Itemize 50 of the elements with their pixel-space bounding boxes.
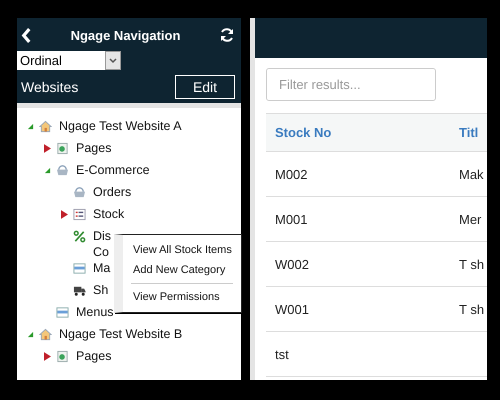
truck-icon [73,284,86,297]
page-icon [56,350,69,363]
tree-item[interactable]: Sh [93,282,108,298]
column-header[interactable]: Stock No [266,125,450,140]
table-cell-text: Mer [458,212,482,226]
collapsed-icon[interactable] [44,350,50,362]
tree-item[interactable]: Stock [93,206,124,222]
tree-item[interactable]: Ma [93,260,110,276]
back-icon[interactable] [21,28,32,42]
percent-icon [73,230,86,243]
house-icon [39,120,52,133]
expanded-icon[interactable] [26,330,34,338]
tree-item[interactable]: Orders [93,184,132,200]
edit-button[interactable]: Edit [175,75,235,99]
table-cell-text: M002 [274,166,309,182]
basket-icon [56,164,69,177]
dropdown-icon[interactable] [105,51,121,70]
collapsed-icon[interactable] [60,208,68,220]
expanded-icon[interactable] [44,166,50,174]
expanded-icon[interactable] [26,122,34,130]
tree-item[interactable]: Dis Co [93,228,112,260]
table-cell-text: Mak [458,166,485,182]
table-cell-text: W002 [274,256,310,272]
table-cell-text: T sh [458,256,486,272]
tree-item[interactable]: Ngage Test Website A [59,118,182,134]
page-icon [56,142,69,155]
menu-item[interactable]: View All Stock Items [123,240,241,260]
table-cell-text: W001 [274,302,310,316]
panel-title: Ngage Navigation [70,28,182,42]
filter-field[interactable]: Filter results... [266,68,436,101]
collapsed-icon[interactable] [44,142,50,154]
menu-bar-icon [73,262,86,275]
list-icon [73,208,86,221]
refresh-icon[interactable] [219,27,235,43]
menu-item[interactable]: Add New Category [123,260,241,280]
tree-item[interactable]: Menus [76,304,114,320]
table-cell-text: M001 [274,212,309,226]
basket-icon [73,186,86,199]
menu-item[interactable]: View Permissions [123,287,241,307]
sort-select[interactable]: Ordinal [17,51,121,70]
tree-item[interactable]: Ngage Test Website B [59,326,182,342]
tree-item[interactable]: Pages [76,140,112,156]
tree-item[interactable]: Pages [76,348,112,364]
tree-item[interactable]: E-Commerce [76,162,150,178]
column-header[interactable]: Titl [450,125,487,140]
table-cell-text: T sh [458,302,486,316]
house-icon [39,328,52,341]
section-label: Websites [21,79,78,95]
menu-bar-icon [56,306,69,319]
table-cell-text: tst [274,346,290,362]
